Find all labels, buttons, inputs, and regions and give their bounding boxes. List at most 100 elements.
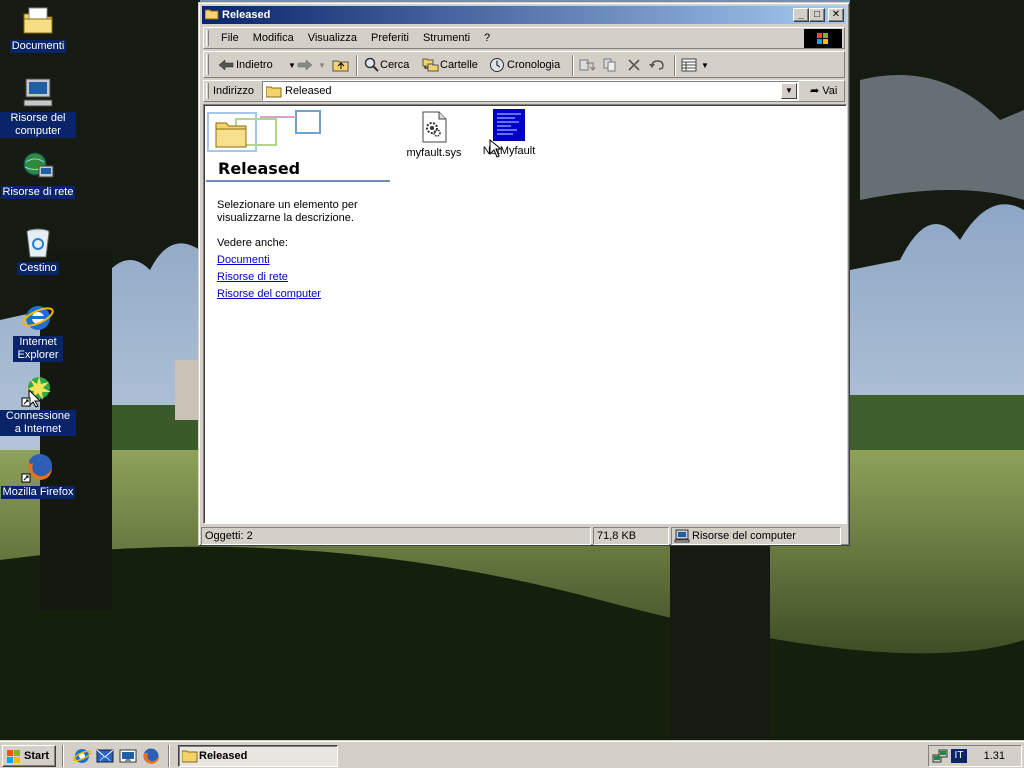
desktop-icon-label: Documenti	[9, 40, 67, 53]
web-view-banner-icon	[206, 107, 326, 160]
delete-icon	[628, 59, 640, 71]
start-button[interactable]: Start	[2, 745, 56, 767]
status-objects: Oggetti: 2	[201, 527, 591, 545]
internet-explorer-icon	[21, 300, 55, 334]
firefox-icon	[21, 450, 55, 484]
taskbar-button-label: Released	[199, 750, 248, 762]
desktop-icon-firefox[interactable]: Mozilla Firefox	[0, 450, 76, 499]
address-value: Released	[285, 85, 332, 97]
system-file-icon	[418, 111, 450, 143]
copy-to-button[interactable]	[602, 55, 622, 76]
desktop-icon-internet-connection[interactable]: Connessione a Internet	[0, 374, 76, 436]
address-field[interactable]: Released ▼	[262, 81, 799, 101]
menu-help[interactable]: ?	[477, 28, 497, 48]
up-folder-icon	[332, 60, 349, 72]
link-documents[interactable]: Documenti	[217, 254, 270, 266]
computer-icon	[21, 76, 55, 110]
menu-bar: File Modifica Visualizza Preferiti Strumenti…	[203, 27, 845, 49]
menu-view[interactable]: Visualizza	[301, 28, 364, 48]
link-network[interactable]: Risorse di rete	[217, 271, 288, 283]
window-title: Released	[222, 9, 271, 21]
minimize-button[interactable]: _	[793, 8, 809, 22]
toolbar-separator	[356, 55, 358, 76]
toolbar-separator	[572, 55, 574, 76]
windows-logo-icon	[7, 750, 20, 763]
move-to-icon	[579, 59, 596, 71]
go-button[interactable]: ➦ Vai	[810, 81, 837, 101]
chevron-down-icon[interactable]: ▼	[701, 55, 709, 76]
folder-icon	[182, 750, 198, 763]
desktop-icon-label: Risorse del computer	[0, 112, 76, 138]
address-bar: Indirizzo Released ▼ ➦ Vai	[203, 80, 845, 102]
taskbar-separator	[62, 745, 64, 767]
standard-toolbar: Indietro ▼ ▼ Cerca Cartelle Cronologia ▼	[203, 51, 845, 78]
desktop-icon-internet-explorer[interactable]: Internet Explorer	[0, 300, 76, 362]
status-bar: Oggetti: 2 71,8 KB Risorse del computer	[201, 526, 847, 545]
menu-tools[interactable]: Strumenti	[416, 28, 477, 48]
desktop-icon-recycle-bin[interactable]: Cestino	[0, 226, 76, 275]
go-label: Vai	[822, 85, 838, 97]
desktop-icon-label: Risorse di rete	[0, 186, 76, 199]
toolbar-separator	[674, 55, 676, 76]
explorer-window[interactable]: Released _ □ ✕ File Modifica Visualizza Pre…	[198, 2, 850, 546]
chevron-down-icon[interactable]: ▼	[318, 55, 326, 76]
delete-button[interactable]	[626, 55, 644, 76]
menu-edit[interactable]: Modifica	[246, 28, 301, 48]
back-button[interactable]: Indietro ▼	[214, 55, 296, 76]
undo-icon	[649, 60, 664, 70]
chevron-down-icon[interactable]: ▼	[288, 55, 296, 76]
desktop-icon-documents[interactable]: Documenti	[0, 4, 76, 53]
menu-favorites[interactable]: Preferiti	[364, 28, 416, 48]
quicklaunch-internet-explorer-icon[interactable]	[72, 747, 92, 765]
search-button[interactable]: Cerca	[362, 55, 414, 76]
mouse-cursor-icon	[489, 139, 503, 158]
desktop-icon-network[interactable]: Risorse di rete	[0, 150, 76, 199]
clock[interactable]: 1.31	[984, 746, 1005, 766]
back-label: Indietro	[236, 59, 273, 71]
desktop-icon-my-computer[interactable]: Risorse del computer	[0, 76, 76, 138]
title-bar[interactable]: Released _ □ ✕	[202, 6, 846, 24]
quicklaunch-show-desktop-icon[interactable]	[119, 747, 137, 765]
close-button[interactable]: ✕	[828, 8, 844, 22]
link-my-computer[interactable]: Risorse del computer	[217, 288, 321, 300]
taskbar-button-released[interactable]: Released	[178, 745, 338, 767]
menu-bar-grip[interactable]	[206, 30, 209, 46]
address-dropdown-button[interactable]: ▼	[781, 83, 797, 99]
panel-description: Selezionare un elemento per visualizzarn…	[217, 199, 358, 224]
taskbar-separator	[168, 745, 170, 767]
file-item[interactable]: NotMyfault	[469, 108, 549, 158]
folders-button[interactable]: Cartelle	[420, 55, 482, 76]
quicklaunch-outlook-express-icon[interactable]	[96, 747, 114, 765]
up-folder-button[interactable]	[332, 55, 352, 76]
panel-folder-title: Released	[218, 159, 301, 178]
status-zone: Risorse del computer	[692, 530, 796, 542]
system-tray: IT 1.31	[928, 745, 1022, 767]
desktop-icon-label: Cestino	[17, 262, 59, 275]
language-indicator[interactable]: IT	[951, 749, 967, 763]
folder-view[interactable]: Released Selezionare un elemento per vis…	[203, 104, 847, 524]
taskbar: Start Released IT 1.31	[0, 740, 1024, 768]
menu-file[interactable]: File	[214, 28, 246, 48]
quicklaunch-firefox-icon[interactable]	[142, 747, 160, 765]
history-label: Cronologia	[507, 59, 561, 71]
network-tray-icon[interactable]	[932, 748, 948, 767]
folders-label: Cartelle	[440, 59, 478, 71]
file-name: myfault.sys	[406, 147, 462, 159]
maximize-button[interactable]: □	[809, 8, 825, 22]
folder-icon	[265, 85, 282, 98]
address-bar-grip[interactable]	[206, 83, 209, 99]
file-item[interactable]: myfault.sys	[394, 111, 474, 159]
forward-button[interactable]: ▼	[296, 55, 326, 76]
panel-see-also: Vedere anche:	[217, 237, 288, 249]
start-label: Start	[24, 750, 50, 762]
history-button[interactable]: Cronologia	[487, 55, 563, 76]
status-zone-pane: Risorse del computer	[671, 527, 841, 545]
views-button[interactable]: ▼	[680, 55, 710, 76]
forward-arrow-icon	[297, 59, 313, 71]
move-to-button[interactable]	[578, 55, 598, 76]
undo-button[interactable]	[648, 55, 668, 76]
panel-divider	[206, 180, 390, 182]
internet-connection-icon	[21, 374, 55, 408]
history-icon	[490, 58, 504, 72]
toolbar-grip[interactable]	[206, 54, 209, 75]
